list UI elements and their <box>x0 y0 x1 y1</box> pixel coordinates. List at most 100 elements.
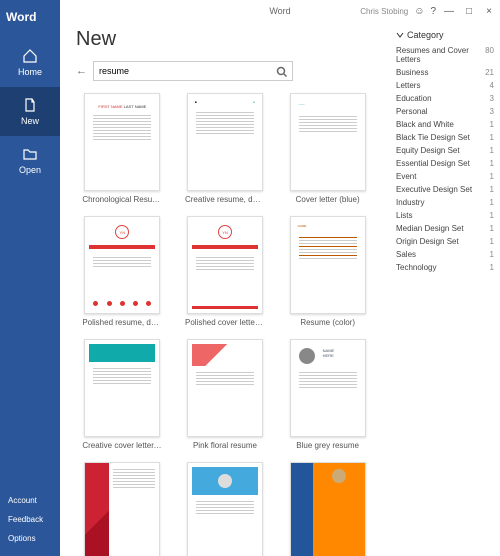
category-row[interactable]: Essential Design Set 1 <box>396 157 494 170</box>
template-caption: Pink floral resume <box>193 441 257 450</box>
template-thumb <box>187 462 263 556</box>
category-count: 1 <box>490 185 494 194</box>
options-link[interactable]: Options <box>0 529 60 548</box>
category-name: Origin Design Set <box>396 237 459 246</box>
titlebar-right: Chris Stobing ☺ ? — □ × <box>360 6 496 17</box>
template-thumb <box>187 339 263 437</box>
template-card[interactable]: YN Polished cover letter, de... <box>179 216 272 327</box>
account-link[interactable]: Account <box>0 491 60 510</box>
search-box[interactable] <box>93 61 293 81</box>
category-row[interactable]: Median Design Set1 <box>396 222 494 235</box>
face-icon[interactable]: ☺ <box>414 6 424 17</box>
category-name: Personal <box>396 107 428 116</box>
category-row[interactable]: Black and White1 <box>396 118 494 131</box>
chevron-down-icon <box>396 31 404 39</box>
category-name: Letters <box>396 81 420 90</box>
nav-open[interactable]: Open <box>0 136 60 185</box>
template-card[interactable]: Blue sky resume <box>179 462 272 556</box>
template-card[interactable]: YN Polished resume, desig... <box>76 216 169 327</box>
category-count: 1 <box>490 237 494 246</box>
template-caption: Creative cover letter, de... <box>82 441 162 450</box>
template-card[interactable]: Bold monogram resume <box>76 462 169 556</box>
window-close[interactable]: × <box>482 6 496 17</box>
template-thumb: ■● <box>187 93 263 191</box>
category-name: Education <box>396 94 432 103</box>
window-minimize[interactable]: — <box>442 6 456 17</box>
category-name: Median Design Set <box>396 224 464 233</box>
category-name: Technology <box>396 263 436 272</box>
nav-open-label: Open <box>19 165 41 175</box>
category-count: 21 <box>485 68 494 77</box>
template-card[interactable]: Pink floral resume <box>179 339 272 450</box>
category-count: 1 <box>490 159 494 168</box>
search-icon[interactable] <box>276 66 287 77</box>
template-card[interactable]: NAME Resume (color) <box>281 216 374 327</box>
window-title: Word <box>269 6 290 16</box>
template-thumb: NAME <box>290 216 366 314</box>
category-name: Industry <box>396 198 424 207</box>
category-count: 80 <box>485 46 494 64</box>
category-list: Resumes and Cover Letters80Business21Let… <box>396 44 494 274</box>
category-count: 1 <box>490 211 494 220</box>
category-count: 1 <box>490 263 494 272</box>
template-card[interactable]: Creative cover letter, de... <box>76 339 169 450</box>
category-row[interactable]: Executive Design Set1 <box>396 183 494 196</box>
window-maximize[interactable]: □ <box>462 6 476 17</box>
category-name: Black and White <box>396 120 454 129</box>
main: Word Chris Stobing ☺ ? — □ × New ← <box>60 0 500 556</box>
category-count: 1 <box>490 172 494 181</box>
category-row[interactable]: Origin Design Set 1 <box>396 235 494 248</box>
category-row[interactable]: Letters 4 <box>396 79 494 92</box>
template-card[interactable]: NAMEHERE Blue grey resume <box>281 339 374 450</box>
category-row[interactable]: Sales1 <box>396 248 494 261</box>
category-count: 1 <box>490 198 494 207</box>
nav-new[interactable]: New <box>0 87 60 136</box>
category-count: 1 <box>490 133 494 142</box>
category-row[interactable]: Industry 1 <box>396 196 494 209</box>
template-card[interactable]: —— Cover letter (blue) <box>281 93 374 204</box>
sidebar: Word Home New Open Account Feedback Opti… <box>0 0 60 556</box>
category-name: Lists <box>396 211 412 220</box>
category-panel: Category Resumes and Cover Letters80Busi… <box>390 22 500 556</box>
template-thumb: YN <box>84 216 160 314</box>
template-thumb: FIRST NAME LAST NAME <box>84 93 160 191</box>
feedback-link[interactable]: Feedback <box>0 510 60 529</box>
category-row[interactable]: Business21 <box>396 66 494 79</box>
template-caption: Polished resume, desig... <box>82 318 162 327</box>
nav-items: Home New Open <box>0 38 60 491</box>
template-caption: Polished cover letter, de... <box>185 318 265 327</box>
document-icon <box>22 97 38 113</box>
page: New ← FIRST NAME LAST NAME Chronological… <box>60 22 500 556</box>
category-count: 3 <box>490 107 494 116</box>
template-thumb <box>84 339 160 437</box>
category-name: Essential Design Set <box>396 159 470 168</box>
category-count: 4 <box>490 81 494 90</box>
template-thumb: —— <box>290 93 366 191</box>
category-row[interactable]: Equity Design Set1 <box>396 144 494 157</box>
home-icon <box>22 48 38 64</box>
nav-home[interactable]: Home <box>0 38 60 87</box>
template-thumb: NAMEHERE <box>290 339 366 437</box>
app-brand: Word <box>0 0 60 38</box>
megaphone-icon[interactable]: ? <box>430 6 436 17</box>
content: New ← FIRST NAME LAST NAME Chronological… <box>60 22 390 556</box>
category-row[interactable]: Black Tie Design Set1 <box>396 131 494 144</box>
template-thumb <box>290 462 366 556</box>
category-header-label: Category <box>407 30 444 40</box>
back-button[interactable]: ← <box>76 65 87 77</box>
search-row: ← <box>76 61 374 81</box>
category-row[interactable]: Lists 1 <box>396 209 494 222</box>
category-row[interactable]: Technology 1 <box>396 261 494 274</box>
category-header[interactable]: Category <box>396 30 494 40</box>
template-card[interactable]: ■● Creative resume, design... <box>179 93 272 204</box>
category-row[interactable]: Event1 <box>396 170 494 183</box>
search-input[interactable] <box>99 66 276 76</box>
user-name: Chris Stobing <box>360 7 408 16</box>
template-card[interactable]: Headshot resume <box>281 462 374 556</box>
category-row[interactable]: Resumes and Cover Letters80 <box>396 44 494 66</box>
nav-new-label: New <box>21 116 39 126</box>
category-row[interactable]: Personal 3 <box>396 105 494 118</box>
template-caption: Creative resume, design... <box>185 195 265 204</box>
template-card[interactable]: FIRST NAME LAST NAME Chronological Resum… <box>76 93 169 204</box>
category-row[interactable]: Education3 <box>396 92 494 105</box>
